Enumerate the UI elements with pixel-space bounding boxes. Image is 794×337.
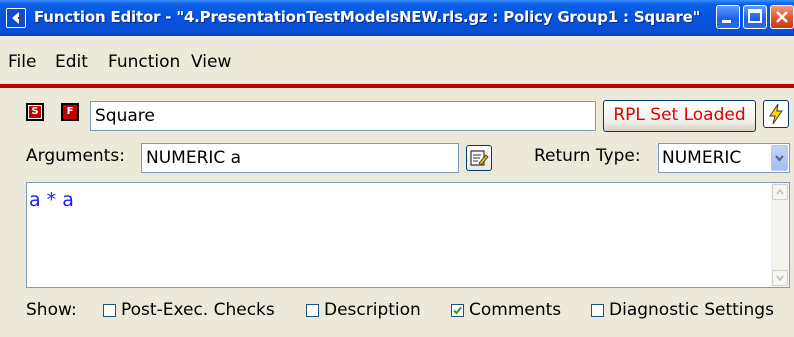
arguments-field[interactable]: NUMERIC a — [141, 143, 459, 173]
app-icon[interactable] — [6, 8, 26, 28]
diagnostic-settings-checkbox[interactable] — [591, 304, 604, 317]
separator-line — [0, 84, 794, 88]
return-type-label: Return Type: — [534, 146, 641, 166]
rpl-status-button[interactable]: RPL Set Loaded — [603, 100, 756, 132]
function-name-field[interactable]: Square — [90, 101, 596, 131]
title-bar[interactable]: Function Editor - "4.PresentationTestMod… — [0, 0, 794, 36]
comments-checkbox[interactable] — [451, 304, 464, 317]
description-label[interactable]: Description — [324, 300, 421, 320]
menu-view[interactable]: View — [191, 52, 231, 72]
close-icon[interactable] — [770, 5, 794, 29]
vertical-scrollbar[interactable] — [771, 183, 789, 287]
show-label: Show: — [26, 300, 77, 320]
function-body-editor[interactable]: a * a — [26, 182, 790, 288]
minimize-icon[interactable] — [716, 5, 740, 29]
lightning-icon[interactable] — [763, 100, 789, 128]
menu-function[interactable]: Function — [108, 52, 180, 72]
chevron-down-icon[interactable] — [771, 145, 788, 171]
scroll-down-icon[interactable] — [772, 270, 788, 286]
return-type-select[interactable]: NUMERIC — [658, 143, 790, 173]
return-type-value: NUMERIC — [662, 148, 742, 168]
edit-arguments-icon[interactable] — [466, 145, 492, 171]
comments-label[interactable]: Comments — [469, 300, 561, 320]
window-title: Function Editor - "4.PresentationTestMod… — [34, 8, 701, 26]
scroll-up-icon[interactable] — [772, 184, 788, 200]
description-checkbox[interactable] — [306, 304, 319, 317]
menu-file[interactable]: File — [8, 52, 36, 72]
menu-edit[interactable]: Edit — [55, 52, 88, 72]
function-body-code[interactable]: a * a — [29, 189, 74, 211]
post-exec-checks-label[interactable]: Post-Exec. Checks — [121, 300, 275, 320]
f-icon[interactable]: F — [61, 103, 79, 121]
diagnostic-settings-label[interactable]: Diagnostic Settings — [609, 300, 774, 320]
maximize-icon[interactable] — [743, 5, 767, 29]
menu-bar: File Edit Function View — [0, 36, 794, 84]
s-icon[interactable]: S — [26, 103, 44, 121]
post-exec-checks-checkbox[interactable] — [103, 304, 116, 317]
arguments-label: Arguments: — [26, 146, 125, 166]
